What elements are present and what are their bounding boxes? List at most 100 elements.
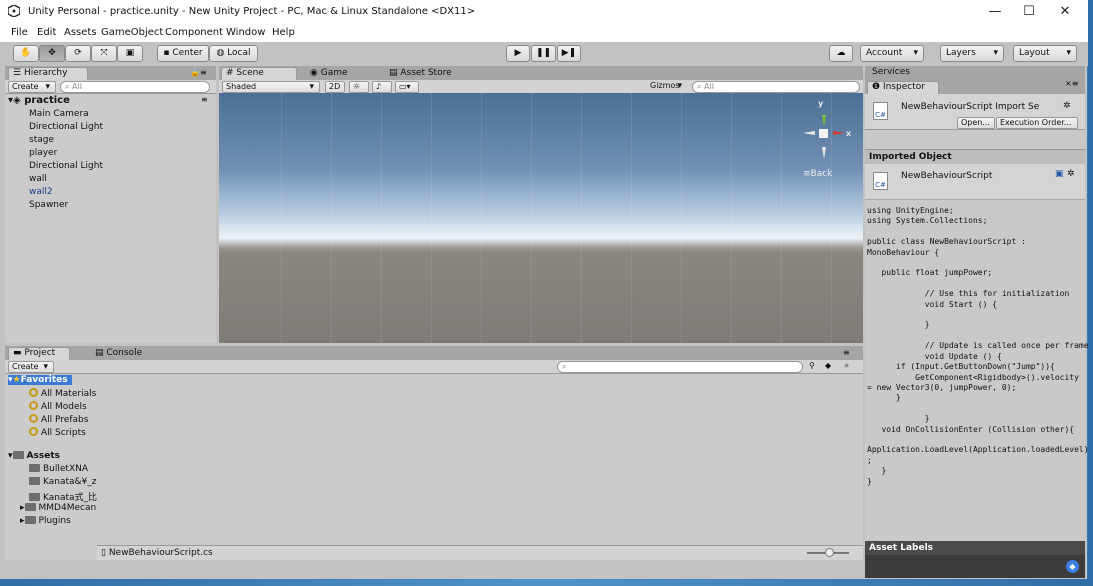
scene-menu-icon[interactable]: ≡ [201,95,208,104]
hand-tool-button[interactable]: ✋ [13,45,39,62]
scene-root-practice[interactable]: ▾◈ practice [8,95,70,106]
icon-size-slider-thumb[interactable] [825,548,834,557]
hierarchy-create-label: Create [12,82,39,91]
selected-file-path[interactable]: ▯ NewBehaviourScript.cs [101,548,213,558]
maximize-button[interactable]: ☐ [1012,2,1046,22]
code-line: } [867,414,930,424]
effects-dropdown[interactable]: ▭▾ [395,81,419,93]
view-direction-label: ≡Back [803,169,832,179]
book-icon[interactable]: ▣ [1055,169,1064,179]
lighting-toggle[interactable]: ☼ [349,81,369,93]
project-create-button[interactable]: Create [8,361,54,373]
favorites-folder[interactable]: ▾★Favorites [8,375,72,385]
panel-menu-icon[interactable]: ≡ [843,348,850,357]
hierarchy-item[interactable]: Main Camera [29,109,89,119]
rotate-tool-button[interactable]: ⟳ [65,45,91,62]
inspector-tabbar: ❶ Inspector ×≡ [865,78,1085,94]
favorite-star-icon[interactable]: ★ [843,361,850,370]
tab-console[interactable]: ▤ Console [90,347,150,360]
search-filter-icon [29,414,38,423]
asset-folder-item[interactable]: ▸ Plugins [20,516,71,526]
open-button[interactable]: Open... [957,117,995,129]
execution-order-button[interactable]: Execution Order... [996,117,1078,129]
menu-gameobject[interactable]: GameObject [101,27,163,38]
folder-icon [12,451,24,459]
asset-folder-item[interactable]: Kanata&¥_z [29,477,97,487]
favorite-item-label: All Prefabs [41,415,89,425]
hierarchy-item[interactable]: Directional Light [29,161,103,171]
assets-folder[interactable]: ▾ Assets [8,451,60,461]
account-dropdown[interactable]: Account [860,45,924,62]
scene-viewport[interactable]: y x ≡Back [219,93,863,343]
favorite-item[interactable]: All Models [29,401,87,412]
hierarchy-item[interactable]: Directional Light [29,122,103,132]
hierarchy-item-selected[interactable]: wall2 [29,187,53,197]
favorites-label: Favorites [20,375,68,385]
layout-dropdown[interactable]: Layout [1013,45,1077,62]
cs-script-icon: C# [873,102,888,120]
gear-icon[interactable]: ✲ [1063,101,1071,111]
menu-component[interactable]: Component [165,27,223,38]
scale-tool-button[interactable]: ⤧ [91,45,117,62]
hierarchy-item[interactable]: stage [29,135,54,145]
scene-search-input[interactable]: ⌕ All [692,81,860,93]
expand-arrow-icon: ▾ [8,451,13,461]
project-tabbar: ▬ Project ▤ Console ≡ [5,346,863,360]
panel-menu-icon[interactable]: 🔒≡ [190,68,207,77]
tab-game[interactable]: ◉ Game [305,67,365,80]
pivot-local-toggle[interactable]: ◍ Local [209,45,258,62]
cloud-button[interactable]: ☁ [829,45,853,62]
menu-file[interactable]: File [11,27,28,38]
project-search-input[interactable]: ⌕ [557,361,803,373]
tab-scene[interactable]: # Scene [221,67,297,80]
panel-menu-icon[interactable]: ×≡ [1065,79,1078,88]
scene-root-label: practice [24,95,70,106]
menu-edit[interactable]: Edit [37,27,56,38]
center-icon: ▪ [163,48,173,58]
selected-file-label: NewBehaviourScript.cs [108,548,213,558]
grid-line [381,93,382,343]
filter-label-icon[interactable]: ◆ [825,361,831,370]
rect-tool-button[interactable]: ▣ [117,45,143,62]
layers-dropdown[interactable]: Layers [940,45,1004,62]
hierarchy-search-input[interactable]: ⌕ All [60,81,210,93]
search-filter-icon [29,427,38,436]
close-button[interactable]: ✕ [1048,2,1082,22]
asset-folder-item[interactable]: Kanata式_比 [29,490,97,503]
pause-button[interactable]: ❚❚ [531,45,556,62]
menu-help[interactable]: Help [272,27,295,38]
tab-hierarchy[interactable]: ☰ Hierarchy [8,67,88,80]
gizmos-dropdown[interactable]: Gizmos [647,81,687,93]
hierarchy-item[interactable]: wall [29,174,47,184]
shading-mode-dropdown[interactable]: Shaded [222,81,320,93]
gear-icon[interactable]: ✲ [1067,169,1075,179]
grid-line [481,93,482,343]
menu-bar: File Edit Assets GameObject Component Wi… [0,24,1088,42]
menu-window[interactable]: Window [226,27,265,38]
favorite-item[interactable]: All Materials [29,388,96,399]
step-button[interactable]: ▶❚ [557,45,581,62]
filter-type-icon[interactable]: ⚲ [809,361,815,370]
hierarchy-tabbar: ☰ Hierarchy 🔒≡ [5,66,216,80]
pivot-center-toggle[interactable]: ▪ Center [157,45,209,62]
tab-game-label: Game [320,68,348,78]
play-button[interactable]: ▶ [506,45,530,62]
2d-toggle[interactable]: 2D [325,81,345,93]
hierarchy-item[interactable]: Spawner [29,200,68,210]
cs-file-icon: ▯ [101,548,109,558]
audio-toggle[interactable]: ♪ [372,81,392,93]
minimize-button[interactable]: — [978,2,1012,22]
asset-folder-item[interactable]: BulletXNA [29,464,88,474]
favorite-item[interactable]: All Scripts [29,427,86,438]
hierarchy-create-button[interactable]: Create [8,81,56,93]
hierarchy-item[interactable]: player [29,148,57,158]
tag-icon[interactable]: ◆ [1066,560,1079,573]
tab-asset-store[interactable]: ▤ Asset Store [384,67,474,80]
move-tool-button[interactable]: ✥ [39,45,65,62]
favorite-item[interactable]: All Prefabs [29,414,88,425]
menu-assets[interactable]: Assets [64,27,97,38]
tab-inspector[interactable]: ❶ Inspector [867,81,939,94]
rotate-icon: ⟳ [74,48,82,58]
asset-folder-item[interactable]: ▸ MMD4Mecan [20,503,96,513]
tab-project[interactable]: ▬ Project [8,347,70,360]
